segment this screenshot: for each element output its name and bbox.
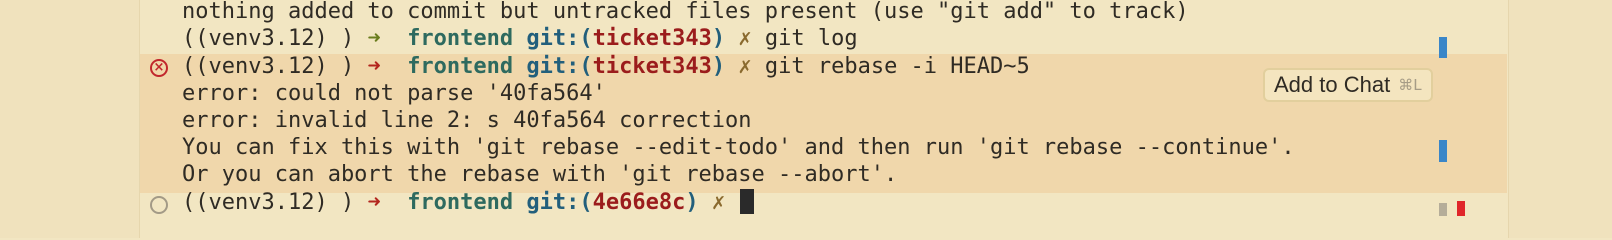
venv-label: ((venv3.12) )	[182, 54, 355, 79]
git-label-close: )	[711, 54, 726, 79]
output-line: nothing added to commit but untracked fi…	[182, 0, 1189, 24]
directory-name: frontend	[407, 190, 514, 215]
add-to-chat-label: Add to Chat	[1274, 72, 1391, 97]
git-branch: ticket343	[592, 54, 712, 79]
terminal-panel[interactable]: nothing added to commit but untracked fi…	[0, 0, 1612, 238]
git-label-close: )	[685, 190, 699, 215]
directory-name: frontend	[407, 26, 514, 51]
output-line: error: invalid line 2: s 40fa564 correct…	[182, 108, 752, 133]
git-label-close: )	[711, 26, 726, 51]
scroll-marker-error[interactable]	[1457, 201, 1465, 216]
dirty-mark-icon: ✗	[738, 54, 752, 79]
git-label: git:(	[526, 190, 593, 215]
scroll-marker[interactable]	[1439, 140, 1447, 162]
dirty-mark-icon: ✗	[711, 190, 726, 215]
output-line: You can fix this with 'git rebase --edit…	[182, 135, 1295, 160]
scrollbar-gutter[interactable]	[1508, 0, 1612, 238]
prompt-line[interactable]: ((venv3.12) ) ➜ frontend git:(4e66e8c) ✗	[182, 189, 755, 216]
prompt-arrow-icon: ➜	[367, 190, 381, 215]
venv-label: ((venv3.12) )	[182, 26, 355, 51]
idle-circle-icon	[150, 196, 168, 214]
prompt-arrow-icon: ➜	[367, 26, 381, 51]
git-branch: ticket343	[592, 26, 712, 51]
scroll-marker[interactable]	[1439, 203, 1447, 216]
scroll-marker[interactable]	[1439, 37, 1447, 58]
add-to-chat-button[interactable]: Add to Chat ⌘L	[1263, 68, 1433, 102]
command-text: git log	[764, 26, 858, 51]
command-text: git rebase -i HEAD~5	[764, 54, 1030, 79]
git-branch: 4e66e8c	[592, 190, 686, 215]
git-label: git:(	[526, 54, 593, 79]
output-line: Or you can abort the rebase with 'git re…	[182, 162, 898, 187]
directory-name: frontend	[407, 54, 514, 79]
prompt-line: ((venv3.12) ) ➜ frontend git:(ticket343)…	[182, 25, 858, 52]
shortcut-hint: ⌘L	[1398, 76, 1422, 94]
dirty-mark-icon: ✗	[738, 26, 752, 51]
text-cursor	[740, 189, 755, 214]
left-gutter	[0, 0, 140, 238]
prompt-line: ((venv3.12) ) ➜ frontend git:(ticket343)…	[182, 53, 1030, 80]
error-circle-icon[interactable]: ×	[150, 59, 168, 77]
git-label: git:(	[526, 26, 593, 51]
output-line: error: could not parse '40fa564'	[182, 81, 606, 106]
prompt-arrow-icon: ➜	[367, 54, 381, 79]
venv-label: ((venv3.12) )	[182, 190, 355, 215]
